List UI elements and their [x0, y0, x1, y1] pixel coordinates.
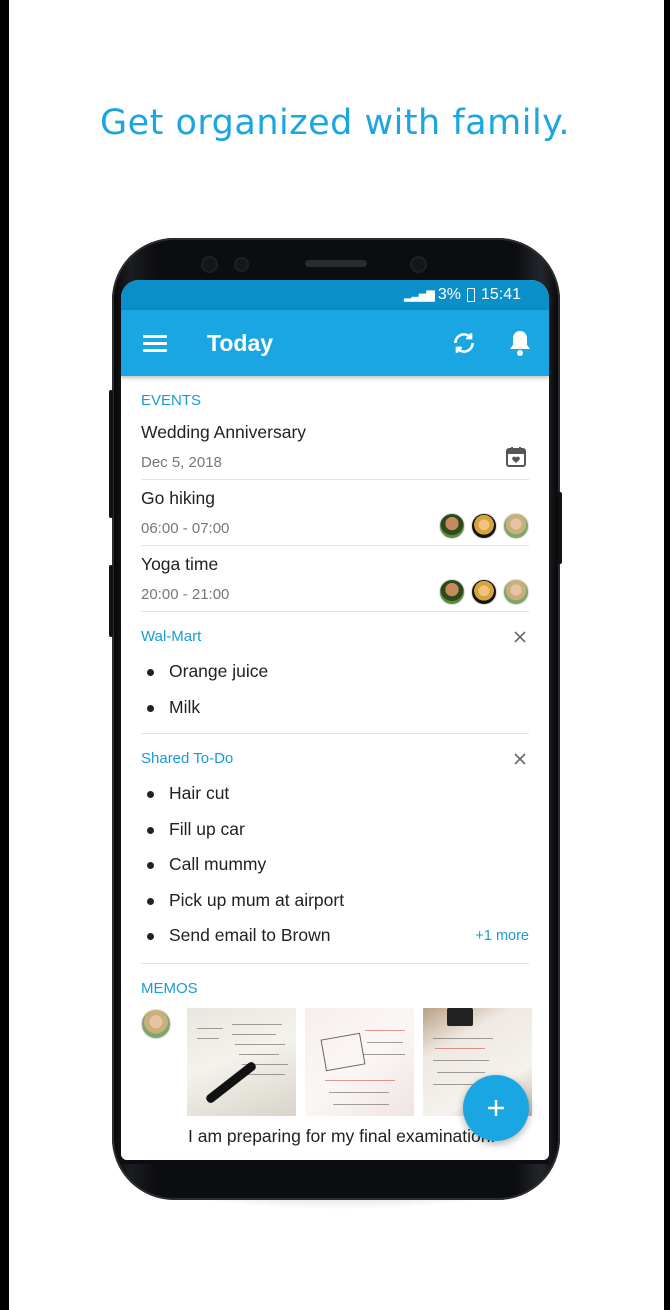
- avatar: [503, 513, 529, 539]
- headline: Get organized with family.: [99, 103, 571, 143]
- list-item-text: Fill up car: [169, 818, 245, 839]
- list-item[interactable]: Milk: [141, 692, 529, 728]
- avatar: [471, 579, 497, 605]
- phone-screen: ▂▃▅▇ 3% 15:41 Today EVENTS Wedding Anniv…: [121, 280, 549, 1160]
- event-time: 20:00 - 21:00: [141, 586, 230, 603]
- event-title: Go hiking: [141, 488, 215, 508]
- event-title: Yoga time: [141, 554, 219, 574]
- main-content: EVENTS Wedding Anniversary Dec 5, 2018 G…: [121, 376, 549, 1160]
- list-item-text: Send email to Brown: [169, 925, 331, 945]
- bullet: [147, 933, 154, 940]
- events-header: EVENTS: [141, 392, 202, 409]
- bullet: [147, 704, 154, 712]
- memo-text: I am preparing for my final examination.: [188, 1126, 496, 1146]
- event-item[interactable]: Yoga time 20:00 - 21:00: [141, 546, 529, 612]
- power-button: [558, 492, 562, 564]
- add-button[interactable]: [463, 1075, 529, 1141]
- list-item[interactable]: Fill up car: [141, 814, 529, 850]
- memo-photo[interactable]: [187, 1008, 296, 1116]
- list-item[interactable]: Hair cut: [141, 778, 529, 814]
- bullet: [147, 862, 154, 869]
- event-time: 06:00 - 07:00: [141, 520, 230, 537]
- left-edge-bar: [0, 0, 9, 1310]
- participants: [439, 513, 529, 539]
- close-icon[interactable]: [513, 630, 527, 644]
- clock: 15:41: [480, 286, 521, 303]
- list-item[interactable]: Orange juice: [141, 656, 529, 692]
- list-item-text: Call mummy: [169, 854, 267, 874]
- front-camera: [412, 258, 425, 271]
- app-bar: Today: [121, 310, 549, 376]
- list-item-text: Milk: [169, 696, 201, 717]
- iris-sensor: [203, 258, 216, 271]
- more-items-link[interactable]: +1 more: [475, 928, 529, 944]
- bixby-button: [109, 565, 113, 637]
- list-item-text: Pick up mum at airport: [169, 889, 345, 910]
- bullet: [147, 669, 154, 676]
- bullet: [147, 826, 154, 834]
- list-header: Shared To-Do: [141, 734, 529, 778]
- list-item-text: Orange juice: [169, 661, 269, 681]
- avatar: [439, 513, 465, 539]
- volume-button: [109, 390, 113, 518]
- phone-speaker: [305, 260, 367, 267]
- event-item[interactable]: Go hiking 06:00 - 07:00: [141, 480, 529, 546]
- list-item[interactable]: Call mummy: [141, 849, 529, 885]
- sync-icon[interactable]: [451, 330, 477, 356]
- battery-icon: [466, 288, 475, 302]
- list-item[interactable]: Send email to Brown +1 more: [141, 920, 529, 956]
- list-header: Wal-Mart: [141, 612, 529, 656]
- event-item[interactable]: Wedding Anniversary Dec 5, 2018: [141, 414, 529, 480]
- close-icon[interactable]: [513, 752, 527, 766]
- list-item[interactable]: Pick up mum at airport: [141, 885, 529, 921]
- avatar: [141, 1009, 171, 1039]
- list-name: Wal-Mart: [141, 628, 202, 645]
- avatar: [503, 579, 529, 605]
- proximity-sensor: [236, 259, 247, 270]
- avatar: [439, 579, 465, 605]
- memo-photo[interactable]: [305, 1008, 414, 1116]
- signal-icon: ▂▃▅▇: [403, 289, 435, 302]
- page-title: Today: [207, 330, 274, 356]
- menu-icon[interactable]: [143, 335, 167, 352]
- plus-icon: [488, 1100, 504, 1116]
- bottom-bezel: [121, 1160, 549, 1164]
- list-name: Shared To-Do: [141, 750, 234, 767]
- calendar-heart-icon: [506, 447, 526, 467]
- avatar: [471, 513, 497, 539]
- battery-percent: 3%: [437, 286, 461, 303]
- status-bar: ▂▃▅▇ 3% 15:41: [121, 280, 549, 310]
- list-card-shared-todo[interactable]: Shared To-Do Hair cut Fill up car Call m…: [141, 734, 529, 964]
- event-date: Dec 5, 2018: [141, 454, 222, 471]
- memos-header: MEMOS: [141, 980, 198, 997]
- list-card-walmart[interactable]: Wal-Mart Orange juice Milk: [141, 612, 529, 734]
- event-title: Wedding Anniversary: [141, 422, 307, 442]
- right-edge-bar: [664, 0, 670, 1310]
- participants: [439, 579, 529, 605]
- bullet: [147, 791, 154, 798]
- bell-icon[interactable]: [508, 329, 532, 357]
- list-item-text: Hair cut: [169, 783, 230, 803]
- memos-section: MEMOS I am preparing for my final examin…: [141, 964, 532, 1160]
- bullet: [147, 897, 154, 905]
